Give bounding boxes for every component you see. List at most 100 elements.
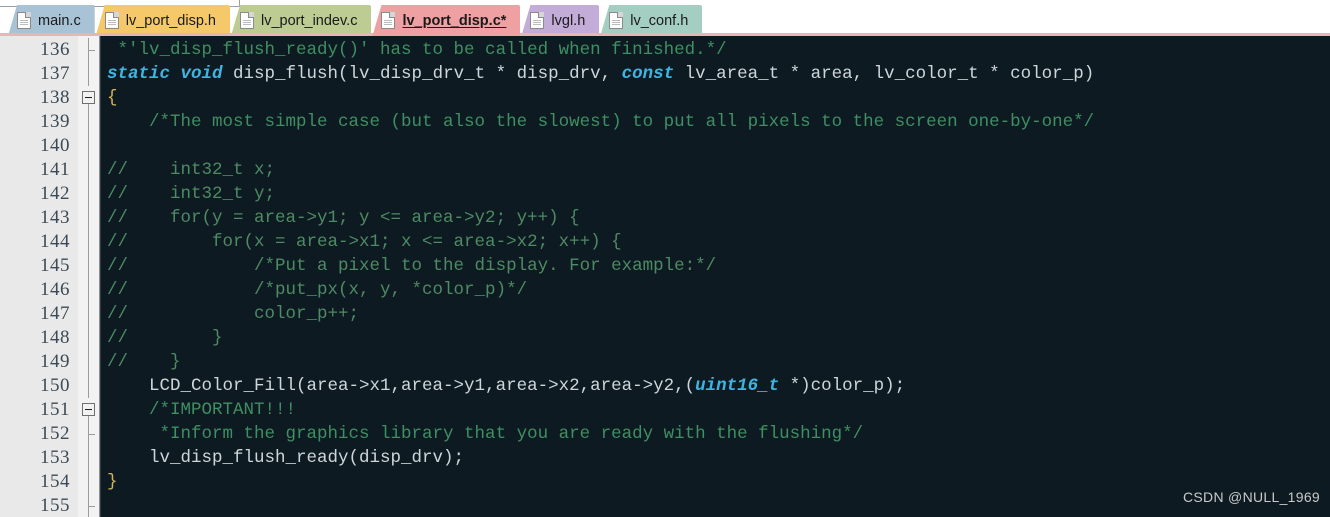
code-line[interactable]: /*IMPORTANT!!! (101, 398, 1330, 422)
fold-marker-row (78, 158, 99, 182)
document-icon (381, 12, 396, 29)
fold-thread (88, 62, 89, 86)
code-line[interactable] (101, 494, 1330, 517)
code-folding-margin[interactable] (78, 36, 100, 517)
code-token: // /*put_px(x, y, *color_p)*/ (107, 280, 528, 300)
code-line[interactable]: // int32_t y; (101, 182, 1330, 206)
code-token: /*The most simple case (but also the slo… (107, 112, 1095, 132)
line-number: 146 (40, 279, 70, 300)
line-number: 139 (40, 111, 70, 132)
fold-marker-row (78, 182, 99, 206)
fold-marker-row[interactable] (78, 398, 99, 422)
code-token: // } (107, 352, 181, 372)
fold-collapse-box[interactable] (82, 403, 95, 416)
code-editor-window: main.c lv_port_disp.h lv_port_indev.c lv_po… (0, 0, 1330, 517)
tab-lv-port-disp-h[interactable]: lv_port_disp.h (95, 5, 230, 36)
fold-thread (88, 230, 89, 254)
line-number: 147 (40, 303, 70, 324)
tab-lv-conf-h[interactable]: lv_conf.h (600, 5, 703, 36)
tab-label: lv_port_disp.h (125, 12, 216, 29)
line-number: 151 (40, 399, 70, 420)
code-text-surface[interactable]: *'lv_disp_flush_ready()' has to be calle… (100, 36, 1330, 517)
fold-thread (88, 278, 89, 302)
fold-thread (88, 206, 89, 230)
code-line[interactable]: // for(y = area->y1; y <= area->y2; y++)… (101, 206, 1330, 230)
code-line[interactable]: // int32_t x; (101, 158, 1330, 182)
line-number: 141 (40, 159, 70, 180)
tab-lv-port-indev-c[interactable]: lv_port_indev.c (231, 5, 372, 36)
fold-thread (88, 326, 89, 350)
code-line[interactable] (101, 134, 1330, 158)
tab-lv-port-disp-c-[interactable]: lv_port_disp.c* (372, 5, 521, 36)
fold-marker-row (78, 422, 99, 446)
code-line[interactable]: LCD_Color_Fill(area->x1,area->y1,area->x… (101, 374, 1330, 398)
fold-marker-row (78, 230, 99, 254)
fold-marker-row (78, 302, 99, 326)
tab-lvgl-h[interactable]: lvgl.h (521, 5, 600, 36)
fold-marker-row[interactable] (78, 86, 99, 110)
document-icon (17, 12, 31, 29)
tab-main-c[interactable]: main.c (8, 5, 95, 36)
code-line[interactable]: { (101, 86, 1330, 110)
code-line[interactable]: *'lv_disp_flush_ready()' has to be calle… (101, 38, 1330, 62)
fold-marker-row (78, 374, 99, 398)
code-line[interactable]: *Inform the graphics library that you ar… (101, 422, 1330, 446)
fold-collapse-box[interactable] (82, 91, 95, 104)
fold-marker-row (78, 278, 99, 302)
fold-thread (88, 182, 89, 206)
code-token: *Inform the graphics library that you ar… (107, 424, 864, 444)
fold-marker-row (78, 134, 99, 158)
code-token: } (107, 472, 118, 492)
code-token: *'lv_disp_flush_ready()' has to be calle… (107, 40, 727, 60)
document-icon (104, 12, 119, 29)
line-number: 153 (40, 447, 70, 468)
fold-marker-row (78, 470, 99, 494)
line-number: 144 (40, 231, 70, 252)
code-token: // for(x = area->x1; x <= area->x2; x++)… (107, 232, 622, 252)
line-number-gutter: 136 137 138 139 140 141 142 143 144 145 146 147 148 1… (0, 36, 78, 517)
code-token: *)color_p); (779, 376, 906, 396)
line-number: 136 (40, 39, 70, 60)
code-line[interactable]: static void disp_flush(lv_disp_drv_t * d… (101, 62, 1330, 86)
tab-label: lv_port_indev.c (261, 12, 358, 29)
document-icon (530, 12, 545, 29)
line-number: 154 (40, 471, 70, 492)
line-number: 137 (40, 63, 70, 84)
code-token: disp_flush(lv_disp_drv_t * disp_drv, (222, 64, 622, 84)
line-number: 155 (40, 495, 70, 516)
code-editor-area[interactable]: 136 137 138 139 140 141 142 143 144 145 146 147 148 1… (0, 36, 1330, 517)
code-line[interactable]: // /*Put a pixel to the display. For exa… (101, 254, 1330, 278)
fold-thread (88, 134, 89, 158)
code-line[interactable]: } (101, 470, 1330, 494)
fold-tick (88, 506, 95, 507)
fold-thread (88, 350, 89, 374)
line-number: 140 (40, 135, 70, 156)
tab-label: lvgl.h (551, 12, 586, 29)
code-line[interactable]: // color_p++; (101, 302, 1330, 326)
code-line[interactable]: // /*put_px(x, y, *color_p)*/ (101, 278, 1330, 302)
fold-marker-row (78, 110, 99, 134)
code-line[interactable]: /*The most simple case (but also the slo… (101, 110, 1330, 134)
code-line[interactable]: // for(x = area->x1; x <= area->x2; x++)… (101, 230, 1330, 254)
code-token: // int32_t x; (107, 160, 276, 180)
code-token: /*IMPORTANT!!! (107, 400, 297, 420)
code-token: // int32_t y; (107, 184, 276, 204)
fold-thread (88, 110, 89, 134)
tab-strip: main.c lv_port_disp.h lv_port_indev.c lv_po… (0, 5, 703, 36)
code-token: const (621, 64, 675, 84)
code-token: lv_area_t * area, lv_color_t * color_p) (674, 64, 1095, 84)
document-icon (609, 12, 624, 29)
tab-label: main.c (38, 12, 81, 29)
code-line[interactable]: // } (101, 326, 1330, 350)
fold-thread (88, 374, 89, 398)
code-token: { (107, 88, 118, 108)
code-token: // } (107, 328, 223, 348)
fold-marker-row (78, 254, 99, 278)
code-line[interactable]: lv_disp_flush_ready(disp_drv); (101, 446, 1330, 470)
code-token: uint16_t (695, 376, 780, 396)
code-token: LCD_Color_Fill(area->x1,area->y1,area->x… (107, 376, 696, 396)
code-line[interactable]: // } (101, 350, 1330, 374)
fold-thread (88, 254, 89, 278)
fold-tick (88, 50, 95, 51)
code-token: // for(y = area->y1; y <= area->y2; y++)… (107, 208, 580, 228)
